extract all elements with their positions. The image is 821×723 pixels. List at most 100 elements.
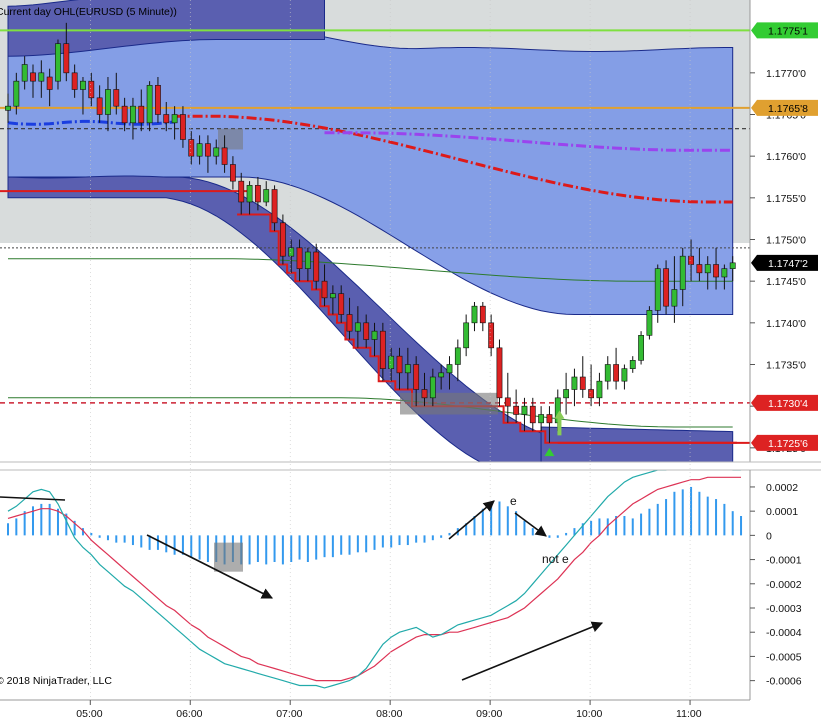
candle-body <box>496 347 503 399</box>
candle-body <box>38 72 45 82</box>
candle-body <box>180 114 186 140</box>
macd-histogram-bar <box>531 528 534 536</box>
macd-tick-label: 0 <box>766 530 772 542</box>
candle-body <box>5 105 11 111</box>
candle-body <box>363 322 370 340</box>
macd-histogram-bar <box>365 535 368 553</box>
candle-body <box>171 114 178 124</box>
price-tick-label: 1.1740'0 <box>766 318 806 330</box>
candle-body <box>196 143 203 157</box>
macd-histogram-bar <box>123 535 126 543</box>
candle-body <box>188 139 195 157</box>
macd-histogram-bar <box>156 535 159 550</box>
candle-body <box>338 293 345 315</box>
macd-histogram-bar <box>673 491 676 536</box>
candle-body <box>629 360 636 369</box>
macd-histogram-bar <box>356 535 359 553</box>
candle-body <box>638 335 644 361</box>
candle-body <box>521 405 528 415</box>
macd-histogram-bar <box>565 532 568 536</box>
macd-histogram-bar <box>331 535 334 558</box>
candle-body <box>321 280 328 299</box>
candle-body <box>329 293 336 299</box>
macd-histogram-bar <box>440 535 443 538</box>
macd-histogram-bar <box>698 491 701 536</box>
rising-arrow-annotation <box>461 621 604 681</box>
candle-body <box>80 80 86 90</box>
trend-line-annotation <box>0 496 66 501</box>
candle-body <box>663 268 669 307</box>
macd-tick-label: -0.0003 <box>766 603 802 615</box>
candle-body <box>504 397 511 407</box>
lower-dark-band-tail <box>540 426 734 462</box>
candle-body <box>279 222 286 257</box>
candle-body <box>346 314 353 332</box>
candle-body <box>404 364 411 374</box>
macd-histogram-bar <box>656 503 659 536</box>
macd-histogram-bar <box>431 535 434 541</box>
macd-histogram-bar <box>415 535 418 543</box>
candle-body <box>488 322 495 349</box>
time-tick-label: 05:00 <box>76 708 102 720</box>
price-marker-label: 1.1775'1 <box>768 25 808 37</box>
macd-histogram-bar <box>715 499 718 536</box>
time-tick-label: 08:00 <box>376 708 402 720</box>
candle-body <box>446 364 453 374</box>
candle-body <box>63 43 70 74</box>
macd-histogram-bar <box>398 535 401 546</box>
candle-body <box>463 322 470 349</box>
macd-histogram-bar <box>406 535 409 546</box>
candle-body <box>454 347 461 365</box>
macd-histogram-bar <box>298 535 301 560</box>
chart-canvas[interactable]: 1.1770'01.1765'01.1760'01.1755'01.1750'0… <box>0 0 821 723</box>
chart-title: Current day OHL(EURUSD (5 Minute)) <box>0 6 177 18</box>
macd-histogram-bar <box>706 496 709 536</box>
candle-body <box>71 72 78 90</box>
candle-body <box>538 414 545 424</box>
macd-histogram-bar <box>681 489 684 536</box>
candle-body <box>205 143 211 157</box>
macd-tick-label: -0.0002 <box>766 579 802 591</box>
macd-histogram-bar <box>281 535 284 565</box>
candle-body <box>271 189 278 224</box>
candle-body <box>438 372 445 378</box>
macd-histogram-bar <box>7 523 9 536</box>
candle-body <box>479 305 486 324</box>
candle-body <box>388 355 395 369</box>
candle-body <box>579 376 586 390</box>
candle-body <box>213 147 220 157</box>
candle-body <box>654 268 661 311</box>
macd-histogram-bar <box>381 535 384 548</box>
macd-histogram-bar <box>306 535 309 562</box>
candle-body <box>421 389 428 399</box>
candle-body <box>571 376 578 390</box>
candle-body <box>238 180 245 203</box>
macd-histogram-bar <box>115 535 118 543</box>
highlight-box-0830 <box>400 392 498 415</box>
macd-histogram-bar <box>390 535 393 548</box>
down-arrow-annotation <box>146 534 274 599</box>
candle-body <box>563 389 570 399</box>
macd-histogram-bar <box>190 535 193 558</box>
macd-histogram-bar <box>173 535 176 555</box>
candle-body <box>671 289 678 307</box>
candle-body <box>679 255 686 290</box>
candle-body <box>688 255 694 265</box>
candle-body <box>646 310 653 336</box>
candle-body <box>21 64 28 82</box>
macd-tick-label: 0.0001 <box>766 506 798 518</box>
macd-histogram-bar <box>348 535 351 555</box>
macd-tick-label: -0.0004 <box>766 627 802 639</box>
macd-histogram-bar <box>498 501 501 536</box>
macd-histogram-bar <box>315 535 318 560</box>
annotation-e: e <box>510 494 517 508</box>
macd-panel[interactable] <box>7 465 743 689</box>
candle-body <box>621 368 628 382</box>
candle-body <box>471 305 478 324</box>
macd-histogram-bar <box>206 535 209 562</box>
macd-histogram-bar <box>598 518 601 536</box>
macd-histogram-bar <box>665 499 668 536</box>
macd-histogram-bar <box>323 535 326 558</box>
candle-body <box>121 105 128 124</box>
candle-body <box>155 85 161 115</box>
